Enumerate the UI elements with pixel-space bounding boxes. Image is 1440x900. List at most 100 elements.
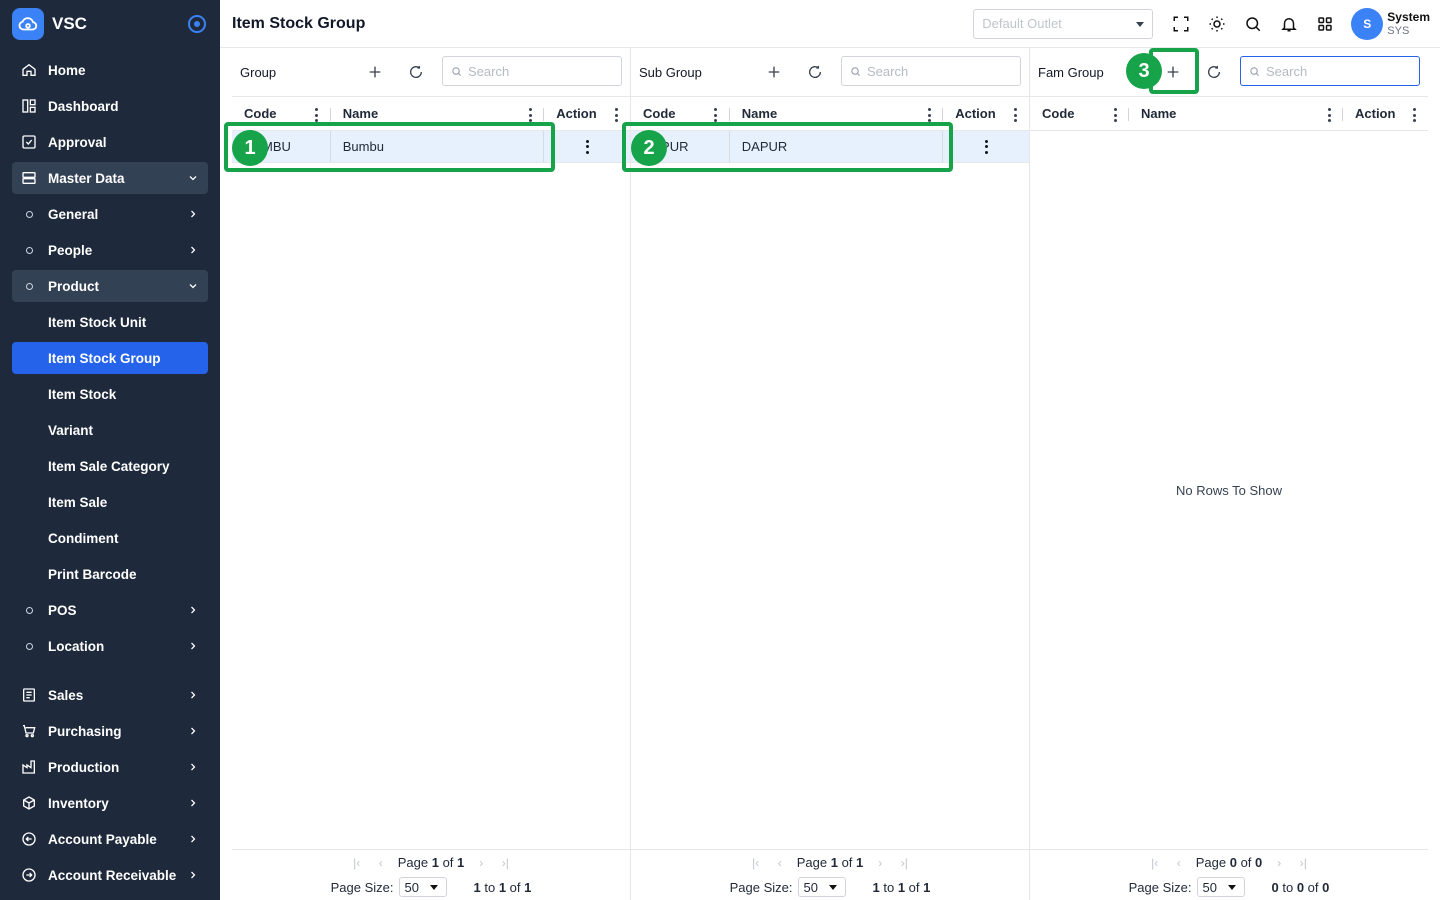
column-header-name[interactable]: Name — [730, 97, 944, 130]
circle-icon — [25, 642, 33, 650]
column-menu-icon[interactable] — [315, 108, 319, 122]
last-page-icon[interactable]: ›| — [897, 856, 911, 870]
sidebar-item-master-data[interactable]: Master Data — [12, 162, 208, 194]
table-row[interactable]: BUMBU Bumbu — [232, 131, 630, 163]
row-action-menu[interactable] — [544, 131, 630, 162]
column-menu-icon[interactable] — [1412, 108, 1416, 122]
sidebar-item-item-stock-unit[interactable]: Item Stock Unit — [12, 306, 208, 338]
chevron-right-icon — [186, 243, 200, 257]
sidebar-item-approval[interactable]: Approval — [12, 126, 208, 158]
first-page-icon[interactable]: |‹ — [350, 856, 364, 870]
column-menu-icon[interactable] — [714, 108, 718, 122]
sun-icon[interactable] — [1199, 6, 1235, 42]
column-header-name[interactable]: Name — [1129, 97, 1343, 130]
more-vertical-icon — [984, 139, 988, 154]
column-header-action[interactable]: Action — [943, 97, 1029, 130]
sidebar-item-sales[interactable]: Sales — [12, 679, 208, 711]
group-panel-header: Group Search — [232, 48, 630, 96]
page-size-select[interactable]: 50 — [399, 877, 448, 897]
sidebar-item-print-barcode[interactable]: Print Barcode — [12, 558, 208, 590]
sidebar-item-item-sale-category[interactable]: Item Sale Category — [12, 450, 208, 482]
row-action-menu[interactable] — [943, 131, 1029, 162]
refresh-famgroup-button[interactable] — [1199, 57, 1229, 87]
column-menu-icon[interactable] — [1327, 108, 1331, 122]
sidebar-item-item-sale[interactable]: Item Sale — [12, 486, 208, 518]
add-famgroup-button[interactable] — [1158, 57, 1188, 87]
outlet-select-placeholder: Default Outlet — [982, 16, 1062, 31]
group-grid-header: Code Name Action — [232, 96, 630, 131]
sidebar-item-label: Sales — [48, 687, 84, 703]
sidebar-item-pos[interactable]: POS — [12, 594, 208, 626]
column-header-name[interactable]: Name — [331, 97, 545, 130]
column-menu-icon[interactable] — [927, 108, 931, 122]
column-header-code[interactable]: Code — [631, 97, 730, 130]
sidebar-item-label: Item Stock Unit — [48, 314, 147, 330]
factory-icon — [20, 758, 38, 776]
sidebar-item-home[interactable]: Home — [12, 54, 208, 86]
prev-page-icon[interactable]: ‹ — [374, 856, 388, 870]
bell-icon[interactable] — [1271, 6, 1307, 42]
next-page-icon[interactable]: › — [873, 856, 887, 870]
sidebar-item-people[interactable]: People — [12, 234, 208, 266]
sidebar-item-product[interactable]: Product — [12, 270, 208, 302]
column-label: Name — [741, 106, 778, 121]
search-icon[interactable] — [1235, 6, 1271, 42]
add-group-button[interactable] — [360, 57, 390, 87]
sidebar-item-label: Item Stock Group — [48, 350, 161, 366]
sidebar-item-label: Inventory — [48, 795, 109, 811]
column-header-action[interactable]: Action — [544, 97, 630, 130]
column-menu-icon[interactable] — [614, 108, 618, 122]
page-size-select[interactable]: 50 — [798, 877, 847, 897]
sidebar-nav: Home Dashboard Approval Master Data Gene… — [0, 48, 220, 891]
sidebar-item-account-receivable[interactable]: Account Receivable — [12, 859, 208, 891]
column-header-code[interactable]: Code — [232, 97, 331, 130]
prev-page-icon[interactable]: ‹ — [1172, 856, 1186, 870]
add-subgroup-button[interactable] — [759, 57, 789, 87]
sidebar-item-label: Account Receivable — [48, 867, 177, 883]
sidebar-item-general[interactable]: General — [12, 198, 208, 230]
refresh-group-button[interactable] — [401, 57, 431, 87]
table-row[interactable]: DAPUR DAPUR — [631, 131, 1029, 163]
famgroup-grid-header: Code Name Action — [1030, 96, 1428, 131]
next-page-icon[interactable]: › — [474, 856, 488, 870]
column-menu-icon[interactable] — [1013, 108, 1017, 122]
outlet-select[interactable]: Default Outlet — [973, 8, 1154, 39]
page-size-select[interactable]: 50 — [1197, 877, 1246, 897]
first-page-icon[interactable]: |‹ — [749, 856, 763, 870]
empty-state-message: No Rows To Show — [1176, 483, 1282, 498]
group-search-input[interactable]: Search — [442, 56, 622, 86]
sidebar-item-location[interactable]: Location — [12, 630, 208, 662]
chevron-right-icon — [186, 207, 200, 221]
user-menu[interactable]: S System SYS — [1351, 7, 1430, 40]
next-page-icon[interactable]: › — [1272, 856, 1286, 870]
sidebar-item-account-payable[interactable]: Account Payable — [12, 823, 208, 855]
sidebar-item-purchasing[interactable]: Purchasing — [12, 715, 208, 747]
sidebar-item-condiment[interactable]: Condiment — [12, 522, 208, 554]
sidebar-item-production[interactable]: Production — [12, 751, 208, 783]
page-indicator: Page 0 of 0 — [1195, 855, 1263, 870]
subgroup-search-input[interactable]: Search — [841, 56, 1021, 86]
refresh-subgroup-button[interactable] — [800, 57, 830, 87]
sidebar-item-dashboard[interactable]: Dashboard — [12, 90, 208, 122]
last-page-icon[interactable]: ›| — [1296, 856, 1310, 870]
fullscreen-icon[interactable] — [1163, 6, 1199, 42]
column-menu-icon[interactable] — [1113, 108, 1117, 122]
apps-grid-icon[interactable] — [1307, 6, 1343, 42]
sidebar-item-item-stock[interactable]: Item Stock — [12, 378, 208, 410]
sidebar-item-item-stock-group[interactable]: Item Stock Group — [12, 342, 208, 374]
sidebar-item-label: Condiment — [48, 530, 119, 546]
sidebar-item-label: People — [48, 242, 93, 258]
group-panel-title: Group — [240, 64, 277, 80]
first-page-icon[interactable]: |‹ — [1148, 856, 1162, 870]
sidebar-toggle-icon[interactable] — [188, 15, 206, 33]
column-header-code[interactable]: Code — [1030, 97, 1129, 130]
sidebar-item-label: Product — [48, 278, 100, 294]
column-menu-icon[interactable] — [528, 108, 532, 122]
prev-page-icon[interactable]: ‹ — [773, 856, 787, 870]
sidebar-item-inventory[interactable]: Inventory — [12, 787, 208, 819]
avatar: S — [1351, 7, 1384, 40]
sidebar-item-variant[interactable]: Variant — [12, 414, 208, 446]
famgroup-search-input[interactable]: Search — [1240, 56, 1420, 86]
column-header-action[interactable]: Action — [1343, 97, 1428, 130]
last-page-icon[interactable]: ›| — [498, 856, 512, 870]
